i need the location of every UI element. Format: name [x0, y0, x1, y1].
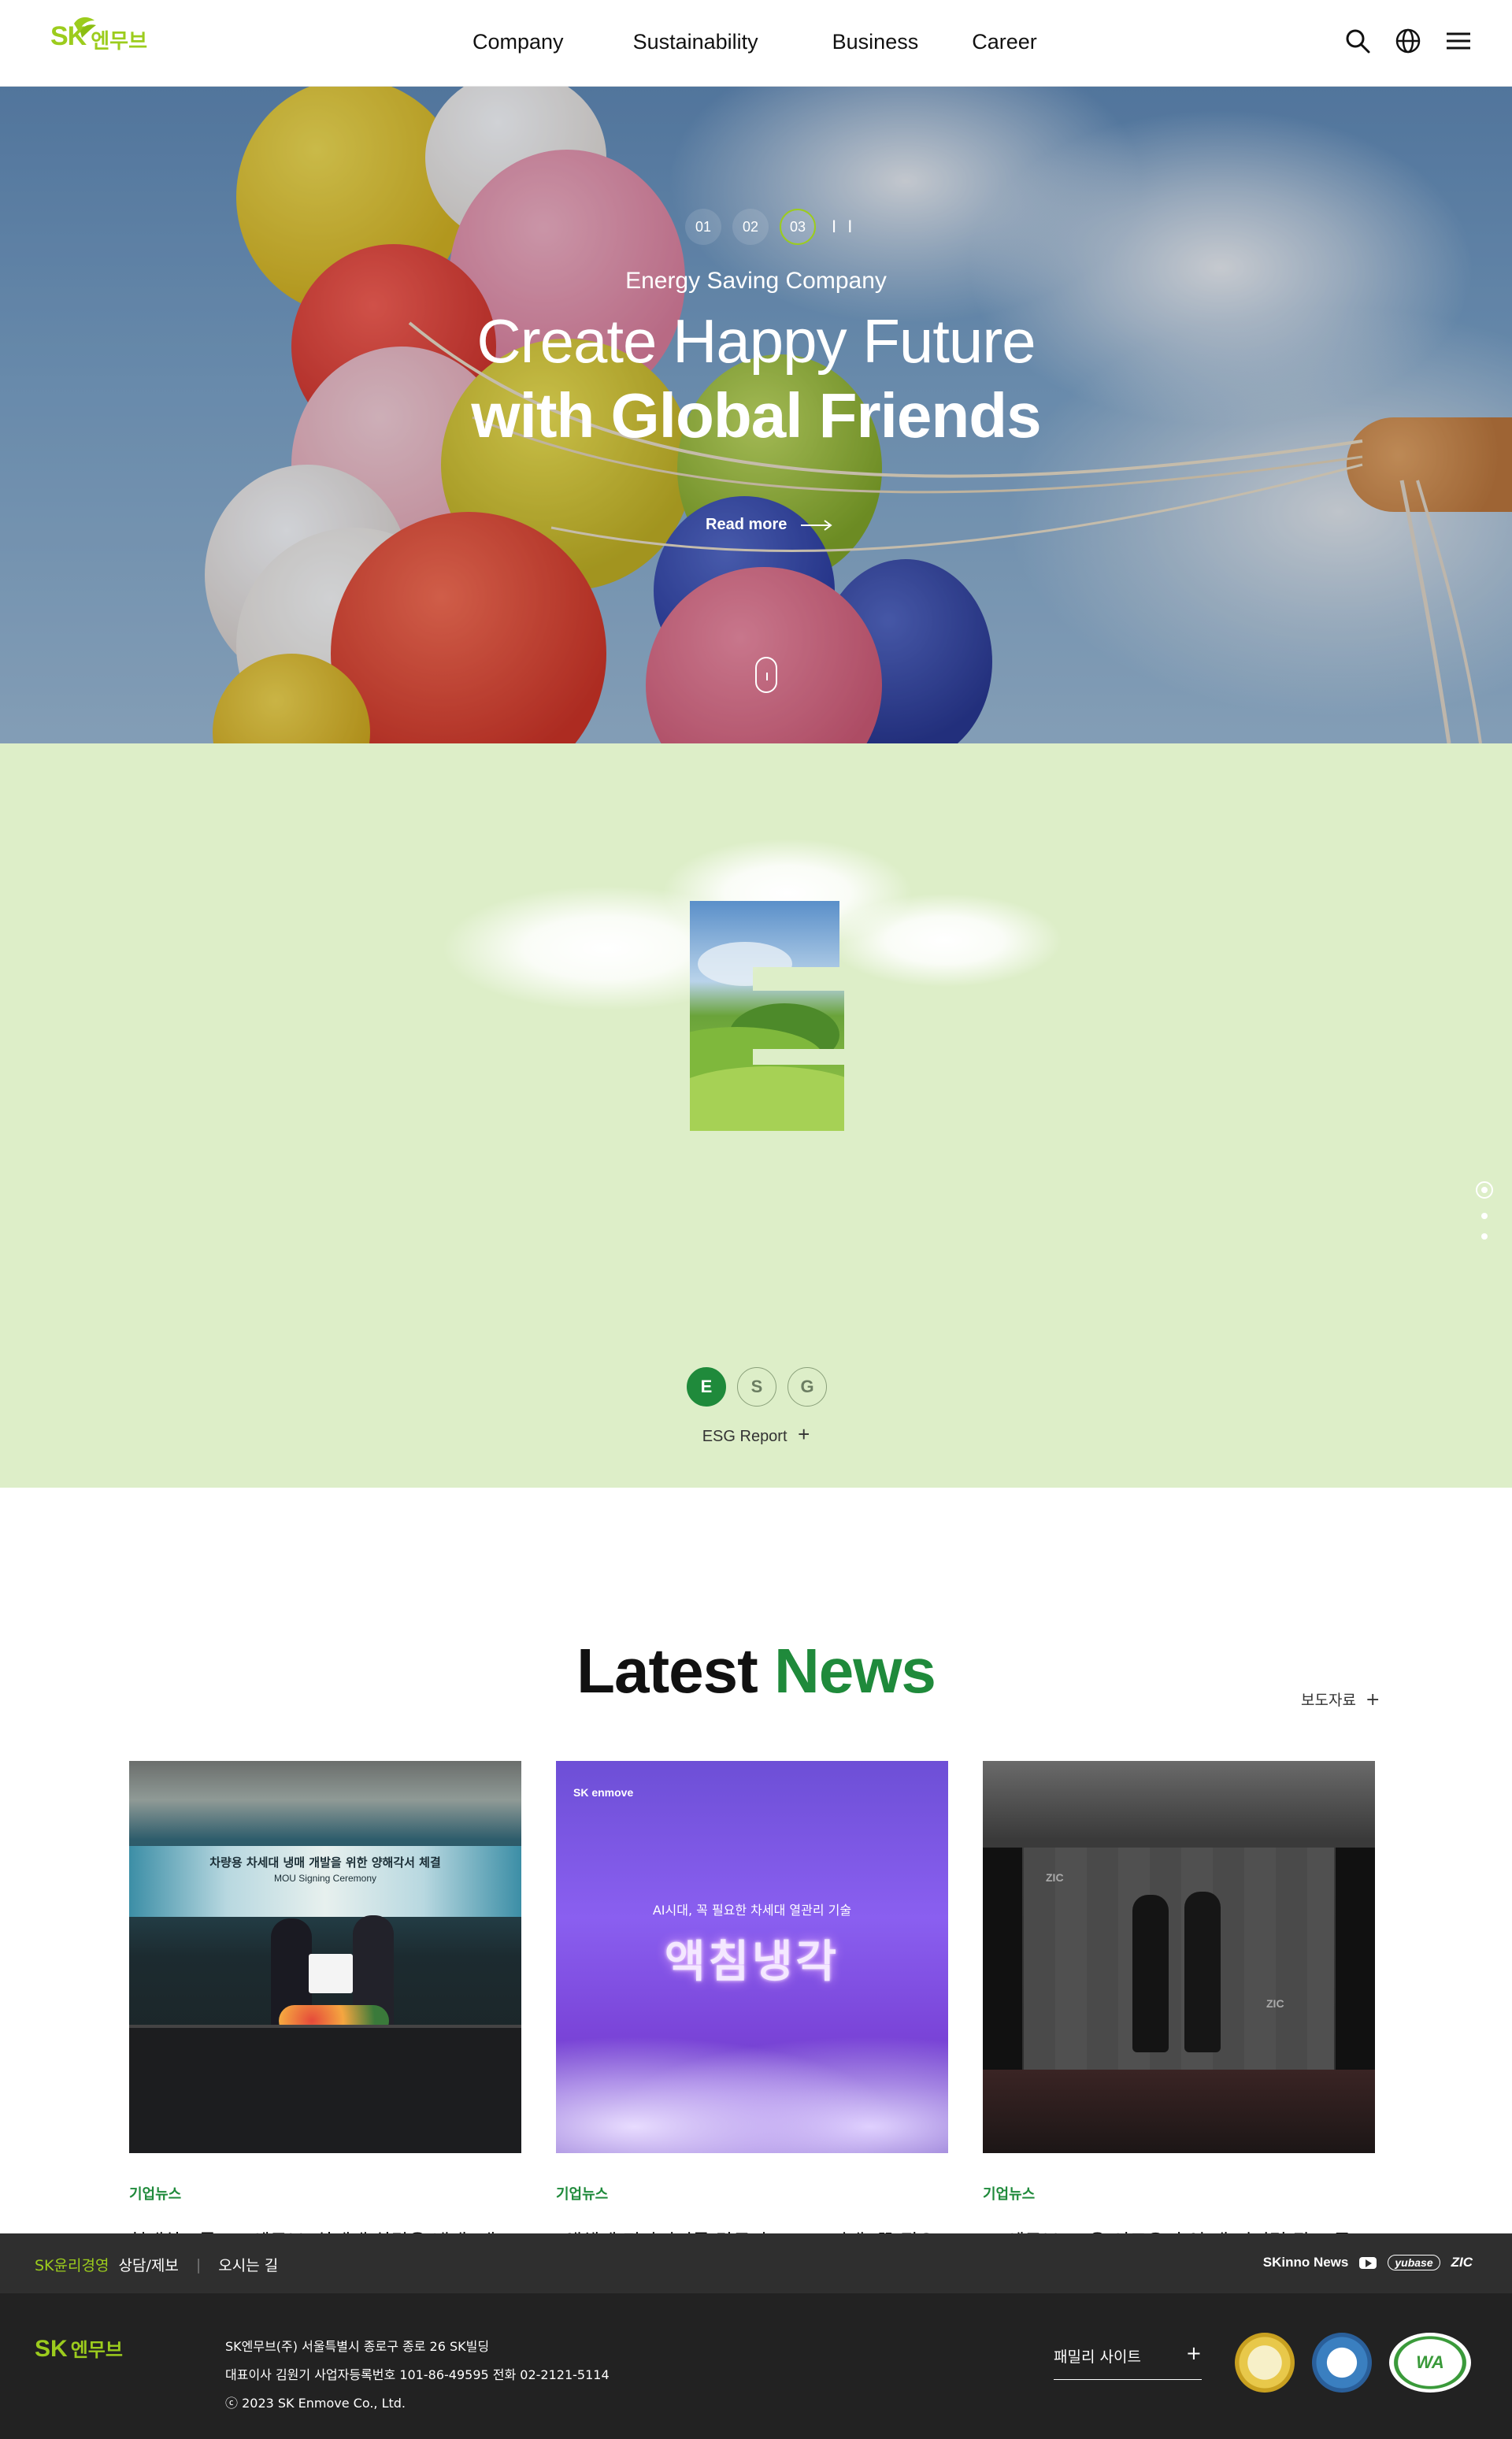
directions-link[interactable]: 오시는 길: [218, 2254, 278, 2275]
company-registration: 대표이사 김원기 사업자등록번호 101-86-49595 전화 02-2121…: [225, 2367, 610, 2382]
footer-logo-sk: SK: [35, 2336, 68, 2362]
nav-business[interactable]: Business: [832, 30, 919, 54]
footer-brand-links: SKinno News yubase ZIC: [1263, 2255, 1473, 2270]
slide-dot-2[interactable]: 02: [732, 209, 769, 245]
read-more-label: Read more: [706, 516, 788, 533]
tab-e[interactable]: E: [687, 1367, 726, 1407]
yubase-link[interactable]: yubase: [1388, 2255, 1440, 2270]
family-site-label: 패밀리 사이트: [1054, 2348, 1141, 2366]
read-more-link[interactable]: Read more: [706, 516, 833, 534]
arrow-right-icon: [801, 519, 833, 531]
footer-logo-kr: 엔무브: [70, 2339, 123, 2361]
news-card-2[interactable]: SK enmove AI시대, 꼭 필요한 차세대 열관리 기술 액침냉각 기업…: [556, 1761, 948, 2253]
signing-table: [129, 2025, 521, 2153]
news-thumbnail-1[interactable]: 차량용 차세대 냉매 개발을 위한 양해각서 체결 MOU Signing Ce…: [129, 1761, 521, 2153]
ethics-link-white: 상담/제보: [118, 2257, 179, 2274]
model-right: [1184, 1892, 1221, 2052]
news-category: 기업뉴스: [983, 2186, 1036, 2203]
ethics-link-green: SK윤리경영: [35, 2257, 109, 2274]
photo-wall-logo-1: ZIC: [1046, 1871, 1064, 1884]
certification-badges: WA: [1235, 2333, 1471, 2393]
model-left: [1132, 1895, 1169, 2052]
zic-link[interactable]: ZIC: [1451, 2255, 1473, 2270]
sk-wing-icon: [74, 17, 96, 38]
hero-headline-line2: with Global Friends: [471, 380, 1041, 450]
company-info: SK엔무브(주) 서울특별시 종로구 종로 26 SK빌딩 대표이사 김원기 사…: [225, 2333, 610, 2418]
youtube-icon[interactable]: [1359, 2256, 1377, 2269]
section-dot-1[interactable]: [1476, 1181, 1493, 1199]
news-category: 기업뉴스: [129, 2186, 182, 2203]
black-side-right: [1336, 1848, 1375, 2070]
scroll-mouse-icon[interactable]: [755, 657, 777, 693]
logo-kr-text: 엔무브: [91, 30, 147, 54]
copyright: ⓒ 2023 SK Enmove Co., Ltd.: [225, 2396, 406, 2411]
press-release-link[interactable]: 보도자료 +: [1301, 1688, 1380, 1710]
photo-wall: [1024, 1848, 1334, 2070]
esg-section: E S G ESG Report +: [0, 743, 1512, 1488]
plus-icon: +: [798, 1422, 810, 1446]
thumbnail-caption: AI시대, 꼭 필요한 차세대 열관리 기술: [652, 1903, 852, 1918]
press-release-label: 보도자료: [1301, 1692, 1356, 1709]
menu-icon[interactable]: [1444, 27, 1473, 55]
ethics-link[interactable]: SK윤리경영 상담/제보: [35, 2254, 179, 2275]
news-category: 기업뉴스: [556, 2186, 609, 2203]
news-thumbnail-3[interactable]: ZIC ZIC: [983, 1761, 1375, 2153]
nav-company[interactable]: Company: [472, 30, 564, 54]
search-icon[interactable]: [1343, 27, 1372, 55]
photo-wall-logo-2: ZIC: [1266, 1997, 1284, 2010]
nav-sustainability[interactable]: Sustainability: [633, 30, 758, 54]
news-card-1[interactable]: 차량용 차세대 냉매 개발을 위한 양해각서 체결 MOU Signing Ce…: [129, 1761, 521, 2253]
footer-top-bar: SK윤리경영 상담/제보 | 오시는 길 SKinno News yubase …: [0, 2233, 1512, 2293]
esg-report-label: ESG Report: [702, 1428, 788, 1445]
hero-eyebrow: Energy Saving Company: [625, 268, 887, 294]
plus-icon: +: [1365, 1690, 1380, 1710]
latest-news-title: Latest News: [0, 1635, 1512, 1707]
divider: |: [195, 2256, 202, 2274]
main-nav: Company Sustainability Business Career: [472, 30, 1037, 54]
tab-s[interactable]: S: [737, 1367, 776, 1407]
mou-banner-title: 차량용 차세대 냉매 개발을 위한 양해각서 체결: [209, 1855, 441, 1870]
news-title-part2: News: [773, 1636, 936, 1706]
family-site-select[interactable]: 패밀리 사이트 +: [1054, 2342, 1202, 2380]
pause-icon[interactable]: I I: [832, 217, 855, 237]
red-carpet: [983, 2070, 1375, 2153]
section-dot-2[interactable]: [1481, 1213, 1488, 1219]
site-footer: SK 엔무브 SK엔무브(주) 서울특별시 종로구 종로 26 SK빌딩 대표이…: [0, 2293, 1512, 2439]
news-card-3[interactable]: ZIC ZIC 기업뉴스 SK엔무브, 고윤·이도은 출연 새 디지털 광고 공: [983, 1761, 1375, 2253]
esg-letter-e-graphic: [690, 901, 844, 1131]
nav-career[interactable]: Career: [972, 30, 1037, 54]
certification-badge-2: [1312, 2333, 1372, 2393]
header-utilities: [1343, 27, 1473, 55]
esg-tabs: E S G: [687, 1367, 827, 1407]
section-dot-3[interactable]: [1481, 1233, 1488, 1240]
thumbnail-headline: 액침냉각: [664, 1937, 840, 1988]
hero-headline-line1: Create Happy Future: [476, 306, 1036, 376]
news-thumbnail-2[interactable]: SK enmove AI시대, 꼭 필요한 차세대 열관리 기술 액침냉각: [556, 1761, 948, 2153]
esg-report-link[interactable]: ESG Report +: [0, 1422, 1512, 1447]
skinno-news-link[interactable]: SKinno News: [1263, 2255, 1349, 2270]
company-address: SK엔무브(주) 서울특별시 종로구 종로 26 SK빌딩: [225, 2339, 490, 2354]
signed-document: [309, 1954, 353, 1993]
web-accessibility-badge: WA: [1389, 2333, 1471, 2393]
sk-enmove-logo[interactable]: SK 엔무브: [50, 17, 147, 54]
slide-dot-1[interactable]: 01: [685, 209, 721, 245]
footer-logo[interactable]: SK 엔무브: [35, 2334, 123, 2363]
certification-badge-1: [1235, 2333, 1295, 2393]
section-pagination: [1476, 1181, 1493, 1240]
slide-dot-3[interactable]: 03: [780, 209, 816, 245]
brand-label: SK enmove: [573, 1786, 634, 1799]
wa-badge-text: WA: [1416, 2352, 1444, 2372]
tab-g[interactable]: G: [788, 1367, 827, 1407]
plus-icon: +: [1185, 2342, 1202, 2364]
black-side-left: [983, 1848, 1022, 2070]
site-header: SK 엔무브 Company Sustainability Business C…: [0, 0, 1512, 87]
cloud-right: [827, 893, 1063, 988]
mou-banner-subtitle: MOU Signing Ceremony: [273, 1873, 377, 1884]
news-title-part1: Latest: [576, 1636, 758, 1706]
glowing-particles: [556, 2021, 948, 2153]
slide-pagination: 01 02 03 I I: [685, 209, 855, 245]
footer-links: SK윤리경영 상담/제보 | 오시는 길: [35, 2254, 278, 2275]
globe-icon[interactable]: [1394, 27, 1422, 55]
hero-slider: 01 02 03 I I Energy Saving Company Creat…: [0, 87, 1512, 743]
